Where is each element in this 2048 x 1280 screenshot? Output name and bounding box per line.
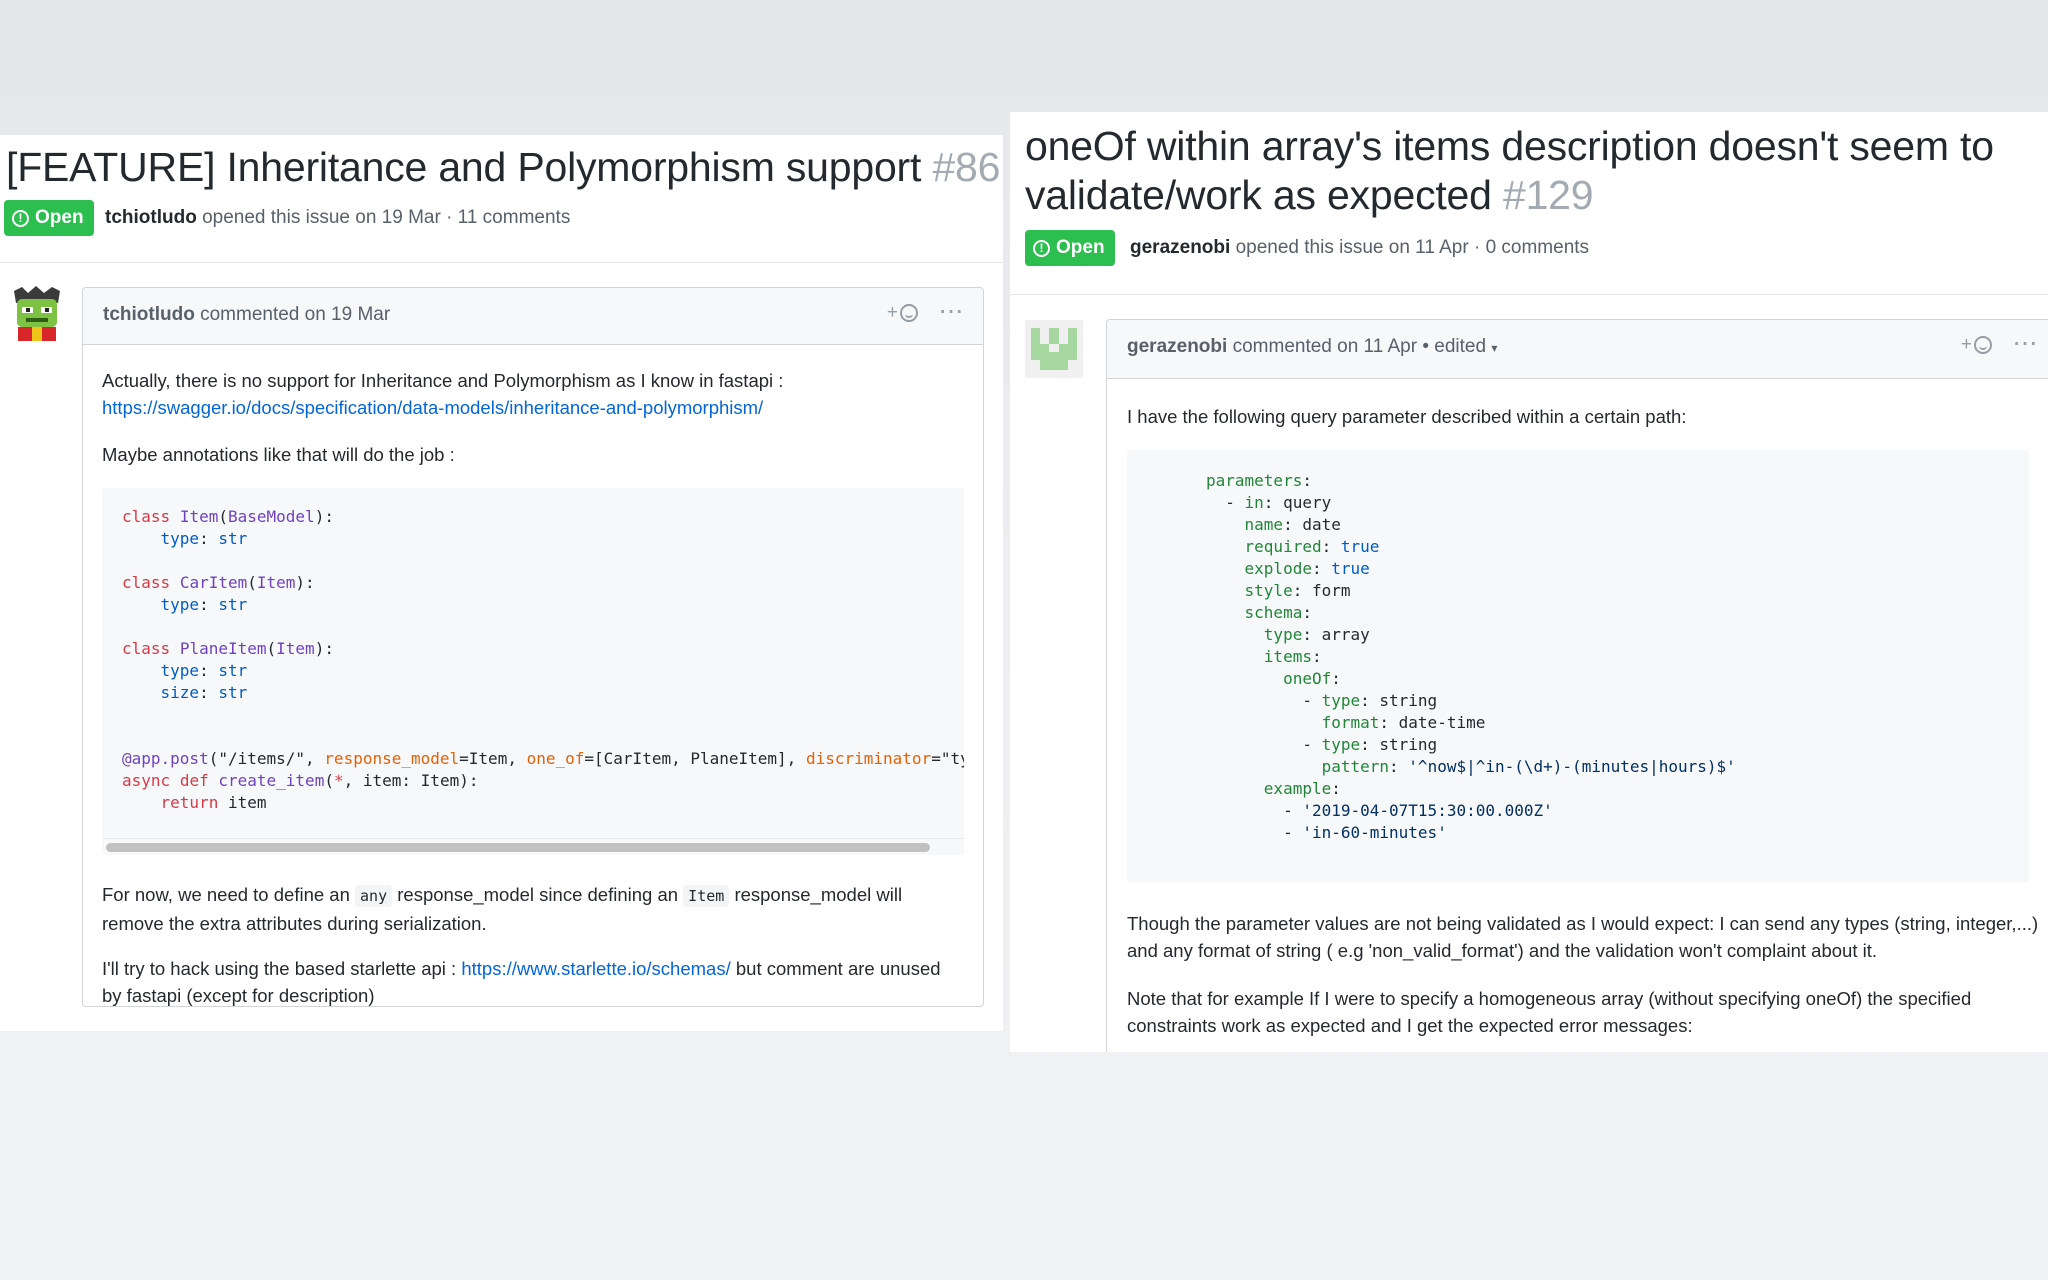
issue-number: #129	[1502, 172, 1594, 218]
status-badge: ! Open	[1025, 230, 1115, 266]
comment-paragraph: I have the following query parameter des…	[1127, 406, 1687, 427]
status-badge: ! Open	[4, 200, 94, 236]
code-block-python: class Item(BaseModel): type: str class C…	[102, 488, 964, 855]
avatar-identicon	[1025, 320, 1083, 378]
opened-text: opened this issue on 19 Mar · 11 comment…	[202, 207, 571, 228]
issue-opened-icon: !	[12, 209, 29, 227]
more-options-icon[interactable]: ···	[2014, 334, 2039, 356]
smiley-icon	[1974, 336, 1993, 354]
comment-date[interactable]: commented on 19 Mar	[200, 304, 390, 325]
horizontal-scrollbar[interactable]	[102, 838, 964, 855]
comment-paragraph: I'll try to hack using the based starlet…	[102, 958, 941, 1006]
issue-panel-129: oneOf within array's items description d…	[1010, 112, 2048, 1052]
issue-title: [FEATURE] Inheritance and Polymorphism s…	[6, 143, 1000, 192]
comment-header: gerazenobi commented on 11 Apr • edited …	[1107, 320, 2048, 379]
comment-paragraph: Note that for example If I were to speci…	[1127, 988, 1972, 1036]
inline-code: any	[355, 885, 393, 907]
issue-number: #86	[932, 144, 1001, 190]
avatar[interactable]	[8, 285, 66, 343]
comment-actions: + ···	[1961, 334, 2039, 356]
caret-down-icon: ▾	[1491, 341, 1498, 355]
comment-paragraph: For now, we need to define an any respon…	[102, 884, 903, 934]
issue-opened-icon: !	[1033, 239, 1050, 257]
more-options-icon[interactable]: ···	[940, 302, 965, 324]
divider	[0, 262, 1003, 263]
inline-code: Item	[683, 885, 730, 907]
comment-card: tchiotludo commented on 19 Mar + ··· Act…	[82, 287, 984, 1007]
comment-header: tchiotludo commented on 19 Mar + ···	[83, 288, 983, 345]
code-content: class Item(BaseModel): type: str class C…	[122, 507, 964, 812]
comment-meta: tchiotludo commented on 19 Mar	[103, 304, 390, 326]
avatar-robot-icon	[8, 285, 66, 343]
swagger-link[interactable]: https://swagger.io/docs/specification/da…	[102, 397, 763, 418]
comment-author[interactable]: tchiotludo	[103, 304, 195, 325]
issue-title: oneOf within array's items description d…	[1025, 122, 2045, 220]
comment-actions: + ···	[887, 302, 965, 324]
starlette-link[interactable]: https://www.starlette.io/schemas/	[461, 958, 730, 979]
smiley-icon	[900, 304, 919, 322]
code-block-yaml: parameters: - in: query name: date requi…	[1127, 450, 2029, 882]
comment-paragraph: Maybe annotations like that will do the …	[102, 444, 455, 465]
opened-text: opened this issue on 11 Apr · 0 comments	[1235, 237, 1590, 258]
comment-card: gerazenobi commented on 11 Apr • edited …	[1106, 319, 2048, 1052]
comment-paragraph: Actually, there is no support for Inheri…	[102, 370, 784, 418]
code-content: parameters: - in: query name: date requi…	[1206, 471, 1736, 842]
comment-date[interactable]: commented on 11 Apr	[1233, 336, 1417, 357]
issue-meta: tchiotludo opened this issue on 19 Mar ·…	[105, 207, 570, 229]
scrollbar-thumb[interactable]	[106, 843, 930, 852]
comment-meta: gerazenobi commented on 11 Apr • edited …	[1127, 336, 1497, 358]
comment-author[interactable]: gerazenobi	[1127, 336, 1227, 357]
status-label: Open	[35, 207, 84, 228]
divider	[1010, 294, 2048, 295]
issue-title-text: [FEATURE] Inheritance and Polymorphism s…	[6, 144, 922, 190]
edited-dropdown[interactable]: • edited ▾	[1422, 336, 1497, 357]
author-link[interactable]: gerazenobi	[1130, 237, 1230, 258]
issue-title-text: oneOf within array's items description d…	[1025, 123, 1994, 169]
status-label: Open	[1056, 237, 1105, 258]
issue-title-text: validate/work as expected	[1025, 172, 1492, 218]
issue-panel-86: [FEATURE] Inheritance and Polymorphism s…	[0, 135, 1003, 1031]
add-reaction-button[interactable]: +	[1961, 334, 1993, 356]
author-link[interactable]: tchiotludo	[105, 207, 197, 228]
add-reaction-button[interactable]: +	[887, 302, 919, 324]
issue-meta: gerazenobi opened this issue on 11 Apr ·…	[1130, 237, 1589, 259]
comment-paragraph: Though the parameter values are not bein…	[1127, 913, 2039, 961]
avatar[interactable]	[1025, 320, 1083, 378]
